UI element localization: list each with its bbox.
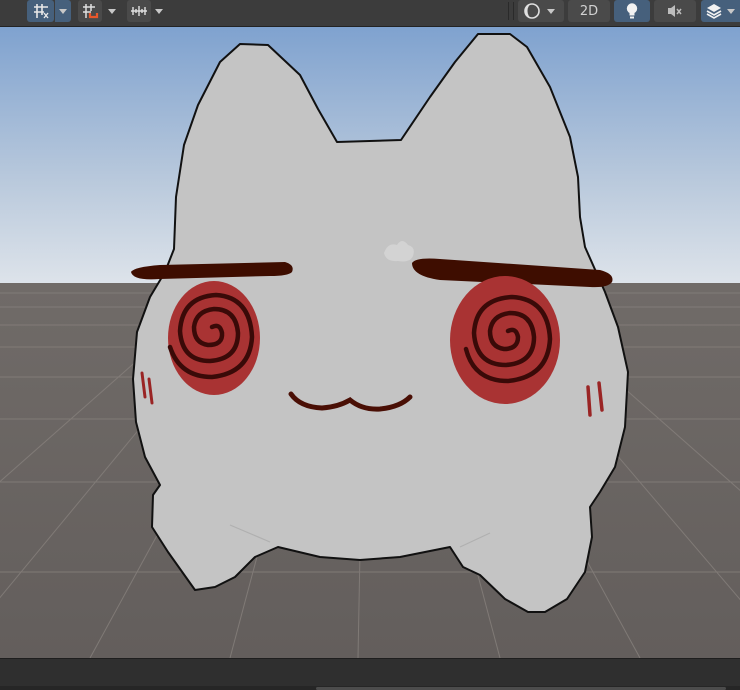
ruler-dropdown[interactable] [151,0,167,22]
ruler-button[interactable] [127,0,151,22]
chevron-down-icon [108,8,116,14]
scene-viewport[interactable] [0,27,740,658]
chevron-down-icon [727,8,735,14]
right-eye [450,276,560,404]
draw-mode-button[interactable] [518,0,564,22]
lighting-toggle-button[interactable] [614,0,650,22]
scene-canvas[interactable] [0,27,740,658]
layers-icon [706,4,722,19]
bottom-bar [0,658,740,690]
chevron-down-icon [59,8,67,14]
audio-toggle-button[interactable] [654,0,696,22]
chevron-down-icon [155,8,163,14]
grid-snap-icon [33,4,49,19]
magnet-grid-icon [83,4,99,19]
shaded-sphere-icon [524,3,540,19]
chevron-down-icon [547,8,555,14]
horizontal-scrollbar-track[interactable] [0,686,740,690]
scene-toolbar: 2D [0,0,740,27]
2d-toggle-button[interactable]: 2D [568,0,610,22]
toolbar-separator [508,2,509,20]
grid-snap-button[interactable] [27,0,54,22]
light-bulb-icon [626,3,638,19]
ruler-icon [131,6,147,16]
grid-snap-dropdown[interactable] [55,0,71,22]
effects-button[interactable] [701,0,740,22]
increment-snap-button[interactable] [78,0,102,22]
toolbar-separator [513,2,514,20]
increment-snap-dropdown[interactable] [104,0,120,22]
2d-label: 2D [579,3,599,19]
speaker-muted-icon [668,5,682,17]
